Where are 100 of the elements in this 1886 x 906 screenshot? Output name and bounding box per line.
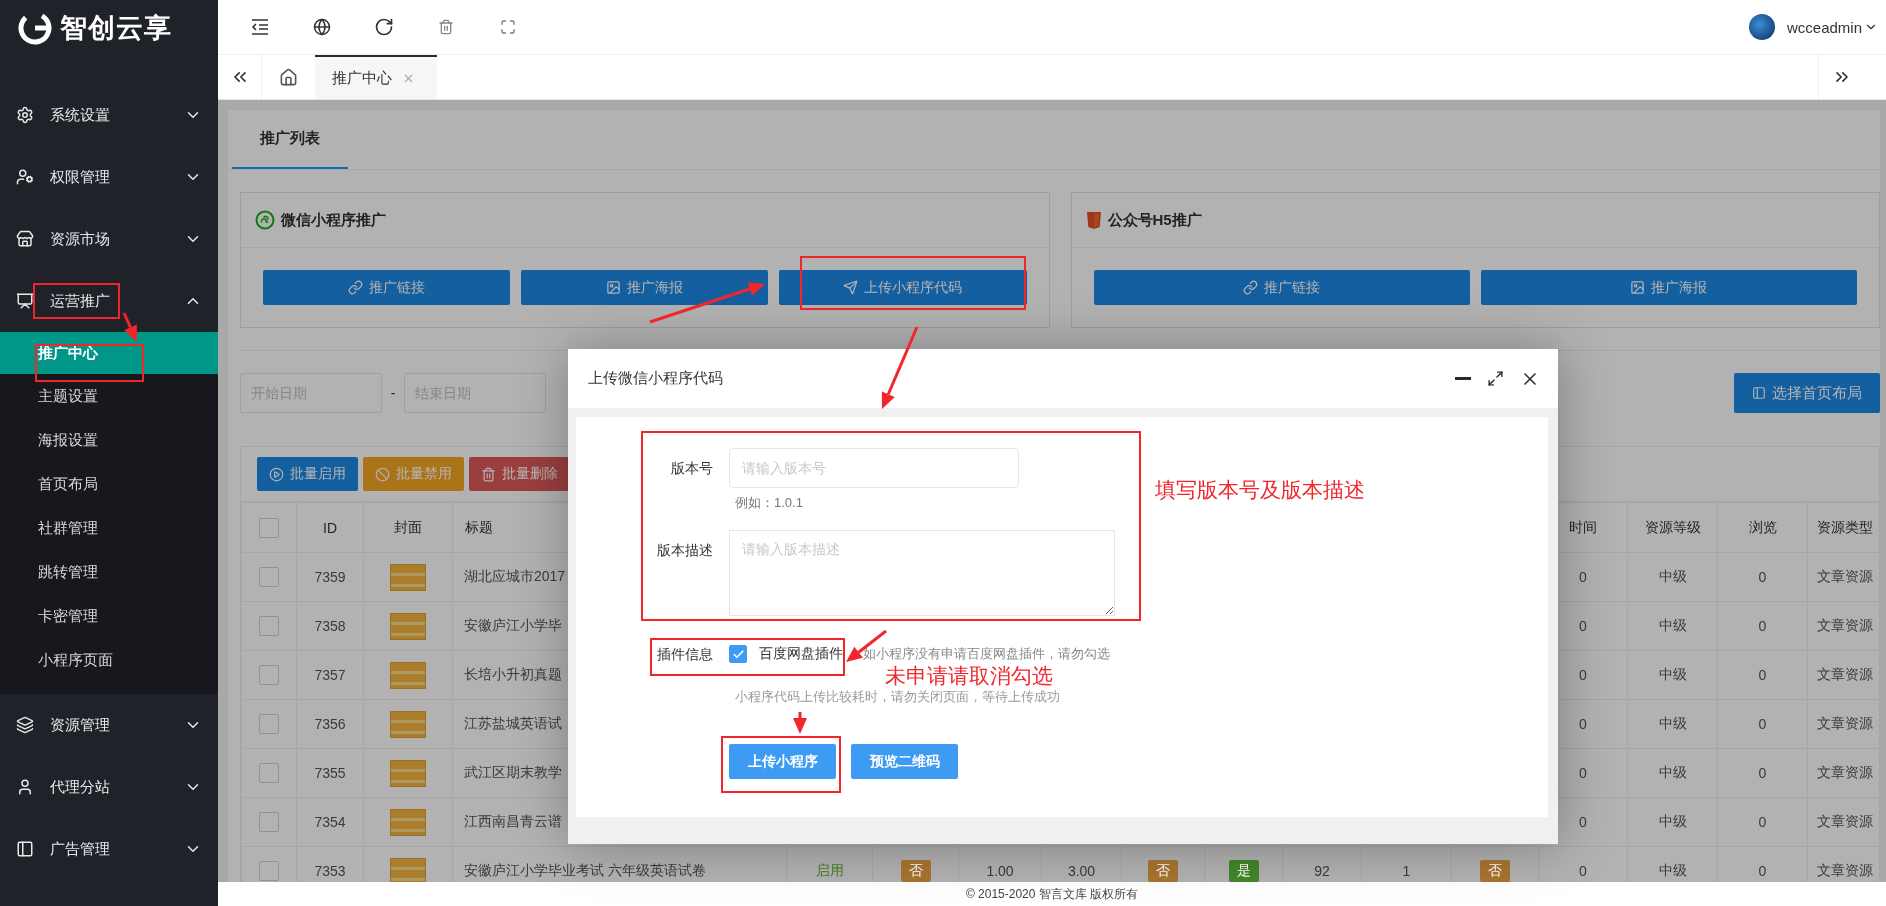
image-icon [606,280,622,295]
column-header: 浏览 [1748,518,1777,535]
column-header: 时间 [1569,518,1597,535]
home-icon [279,67,298,87]
row-checkbox[interactable] [259,861,279,881]
cover-thumbnail [390,563,426,591]
column-header: 封面 [394,518,422,535]
table-cell: 0 [1717,601,1808,651]
submenu-item[interactable]: 推广中心 [0,332,218,374]
logo-text: 智创云享 [60,11,172,45]
cover-thumbnail [390,710,426,738]
card-title: 公众号H5推广 [1107,210,1202,230]
submenu-item[interactable]: 卡密管理 [0,594,218,638]
minimize-icon [1455,377,1471,380]
row-checkbox[interactable] [259,567,279,587]
table-cell: 7356 [296,699,364,749]
menu-item[interactable]: 系统设置 [0,84,218,146]
table-cell: 0 [1717,552,1808,602]
menu-item[interactable]: 广告管理 [0,818,218,880]
globe-icon [313,18,331,36]
table-cell: 0 [1717,748,1808,798]
table-cell: 中级 [1627,748,1718,798]
menu-item[interactable]: 资源市场 [0,208,218,270]
table-cell: 0 [1717,650,1808,700]
cover-thumbnail [390,759,426,787]
page-tab[interactable]: 推广中心 [315,55,437,99]
column-header: 资源类型 [1817,518,1873,535]
indent-icon [251,19,269,35]
row-checkbox[interactable] [259,714,279,734]
field-label: 版本号 [670,459,714,478]
submenu-item[interactable]: 主题设置 [0,374,218,418]
menu-item[interactable]: 权限管理 [0,146,218,208]
submenu-item[interactable]: 社群管理 [0,506,218,550]
plugin-checkbox[interactable] [729,645,747,663]
title-text: 安徽庐江小学毕业考试 六年级英语试卷 [464,862,706,878]
layout-icon [1752,386,1766,400]
title-text: 长培小升初真题 [464,666,562,682]
row-checkbox[interactable] [259,763,279,783]
field-hint: 例如：1.0.1 [735,494,804,512]
layers-icon [16,716,34,734]
cover-thumbnail [390,612,426,640]
fullscreen-icon [500,19,516,35]
cover-thumbnail [390,661,426,689]
flag-tag: 否 [1148,860,1178,882]
title-text: 江苏盐城英语试 [464,715,562,731]
table-cell: 7355 [296,748,364,798]
card-title: 微信小程序推广 [281,210,386,230]
row-checkbox[interactable] [259,616,279,636]
menu-item[interactable]: 资源管理 [0,694,218,756]
title-text: 武江区期末教学 [464,764,562,780]
submenu-item[interactable]: 小程序页面 [0,638,218,682]
annotation-arrow [122,312,137,342]
trash-icon [481,466,496,482]
store-icon [16,230,34,248]
panel-icon [16,840,34,858]
cover-thumbnail [390,808,426,836]
annotation-text: 填写版本号及版本描述 [1155,477,1365,503]
select-all-checkbox[interactable] [259,517,279,538]
title-text: 湖北应城市2017 [464,568,566,584]
submenu-item[interactable]: 海报设置 [0,418,218,462]
menu-item[interactable]: 代理分站 [0,756,218,818]
column-header: 资源等级 [1644,518,1701,535]
dialog-title: 上传微信小程序代码 [588,369,723,388]
maximize-button[interactable] [1487,370,1504,387]
annotation-text: 未申请请取消勾选 [885,663,1053,689]
upload-notice: 小程序代码上传比较耗时，请勿关闭页面，等待上传成功 [735,688,1061,706]
range-separator: - [389,385,397,401]
row-checkbox[interactable] [259,665,279,685]
menu-item[interactable]: 运营推广 [0,270,218,332]
submenu-item[interactable]: 首页布局 [0,462,218,506]
mini-program-icon [255,210,275,230]
title-text: 江西南昌青云谱 [464,813,562,829]
user-gear-icon [16,168,34,186]
link-icon [348,280,364,295]
user-icon [16,778,34,796]
maximize-icon [1487,370,1504,387]
column-header: 标题 [465,518,493,535]
gear-icon [16,106,34,124]
table-cell: 7358 [296,601,364,651]
title-text: 安徽庐江小学毕 [464,617,562,633]
avatar [1748,14,1775,40]
submenu-item[interactable]: 跳转管理 [0,550,218,594]
row-checkbox[interactable] [259,812,279,832]
copyright-text: © 2015-2020 智言文库 版权所有 [964,885,1140,903]
refresh-icon [374,17,394,37]
table-cell: 中级 [1627,699,1718,749]
section-tab[interactable]: 推广列表 [232,110,348,169]
table-cell: 0 [1717,797,1808,847]
flag-tag: 否 [1480,860,1510,882]
field-label: 插件信息 [656,645,714,664]
table-cell: 7357 [296,650,364,700]
annotation-arrow [793,712,807,734]
user-menu[interactable]: wcceadmin [1786,18,1862,36]
shield-icon [1085,210,1102,230]
table-cell: 中级 [1627,650,1718,700]
flag-tag: 是 [1228,860,1259,882]
status-text: 启用 [815,862,844,878]
table-cell: 中级 [1627,797,1718,847]
play-icon [269,466,284,482]
table-cell: 中级 [1627,601,1718,651]
